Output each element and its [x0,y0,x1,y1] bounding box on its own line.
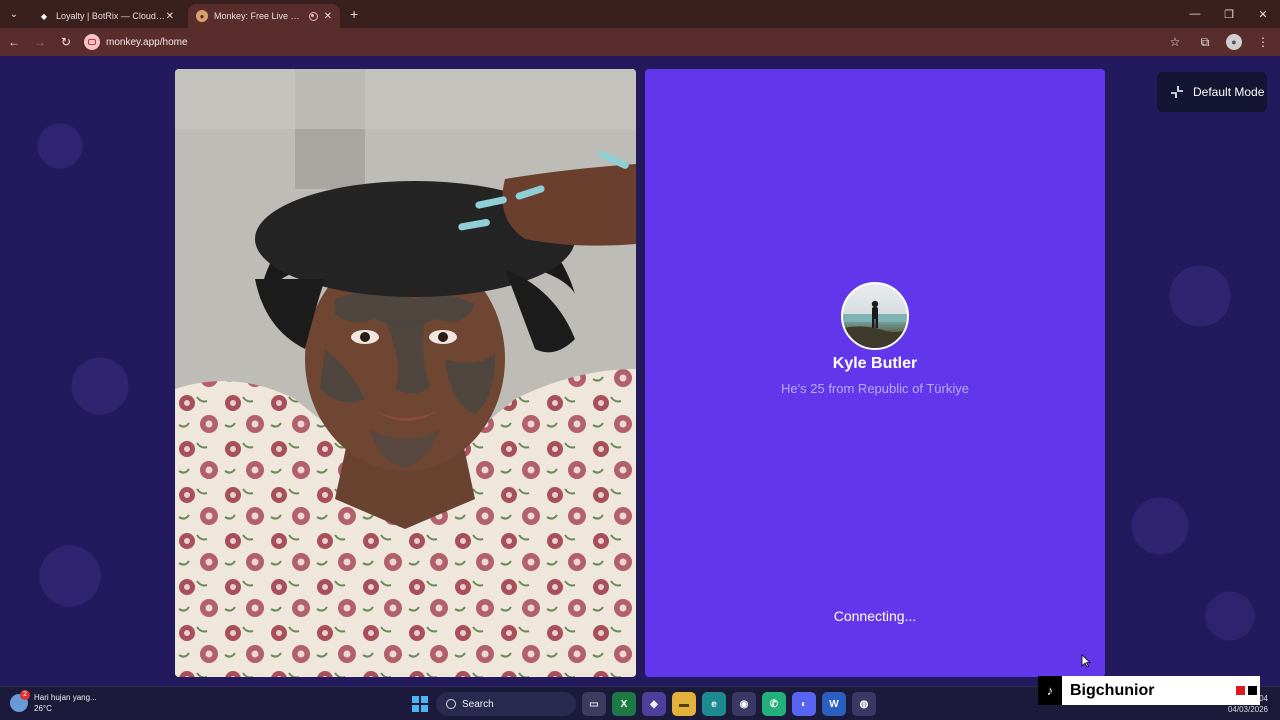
botrix-favicon-icon: ◆ [40,11,48,21]
tab-title: Monkey: Free Live Video Ch [214,11,303,21]
word-icon[interactable]: W [822,692,846,716]
tiktok-handle: Bigchunior [1070,681,1155,699]
remote-match-panel: Kyle Butler He's 25 from Republic of Tür… [645,69,1105,677]
edge-icon[interactable]: e [702,692,726,716]
tiktok-watermark: ♪ Bigchunior [1038,676,1260,705]
tab-botrix[interactable]: ◆ Loyalty | BotRix — Cloud Stream ✕ [30,4,182,28]
monkey-page: Kyle Butler He's 25 from Republic of Tür… [0,56,1280,686]
recording-indicator-icon [308,11,318,21]
webcam-person-image [175,69,636,677]
weather-rain-icon: 2 [10,690,30,712]
close-tab-icon[interactable]: ✕ [324,11,332,22]
weather-badge: 2 [20,690,30,700]
browser-toolbar: ← → ↻ monkey.app/home ☆ ⧉ ● ⋮ [0,28,1280,56]
url-text: monkey.app/home [106,36,188,48]
local-video-feed [175,69,636,677]
match-avatar [841,282,909,350]
match-name: Kyle Butler [832,355,918,372]
window-controls: — ❐ ✕ [1178,0,1280,28]
tab-monkey[interactable]: ● Monkey: Free Live Video Ch ✕ [188,4,340,28]
weather-description: Hari hujan yang... [34,693,97,702]
site-info-icon[interactable] [84,34,100,50]
close-window-icon[interactable]: ✕ [1246,0,1280,28]
connection-status: Connecting... [833,608,917,624]
restore-icon[interactable]: ❐ [1212,0,1246,28]
obs-icon[interactable]: ◍ [852,692,876,716]
person-silhouette-icon [843,300,907,348]
clock-date: 04/03/2026 [1227,705,1268,714]
tab-strip: ⌄ ◆ Loyalty | BotRix — Cloud Stream ✕ ● … [0,0,1280,28]
match-subtitle: He's 25 from Republic of Türkiye [781,381,969,396]
tiktok-logo-icon: ♪ [1038,676,1062,705]
extensions-icon[interactable]: ⧉ [1196,33,1214,51]
whatsapp-icon[interactable]: ✆ [762,692,786,716]
weather-widget[interactable]: 2 Hari hujan yang... 26°C [10,690,97,714]
new-tab-button[interactable]: + [350,6,358,22]
close-tab-icon[interactable]: ✕ [166,11,174,22]
red-square-icon [1236,686,1245,695]
profile-avatar-icon[interactable]: ● [1226,34,1242,50]
menu-kebab-icon[interactable]: ⋮ [1254,33,1272,51]
taskbar-search[interactable]: Search [436,692,576,716]
tab-title: Loyalty | BotRix — Cloud Stream [56,11,166,21]
tab-search-chevron-icon[interactable]: ⌄ [4,4,24,24]
address-bar[interactable]: monkey.app/home [84,31,1174,53]
black-square-icon [1248,686,1257,695]
bookmark-star-icon[interactable]: ☆ [1166,33,1184,51]
excel-icon[interactable]: X [612,692,636,716]
weather-temperature: 26°C [34,704,52,713]
chrome-icon[interactable]: ◉ [732,692,756,716]
default-mode-button[interactable]: Default Mode [1157,72,1267,112]
minimize-arrows-icon [1171,86,1183,98]
task-view-icon[interactable]: ▭ [582,692,606,716]
store-app-icon[interactable]: ◈ [642,692,666,716]
discord-icon[interactable]: ◐ [792,692,816,716]
mouse-cursor-icon [1081,654,1091,668]
search-icon [446,699,456,709]
taskbar-apps: Search ▭ X ◈ ▬ e ◉ ✆ ◐ W ◍ [410,692,876,716]
forward-arrow-icon[interactable]: → [28,30,52,54]
windows-start-icon[interactable] [410,694,430,714]
back-arrow-icon[interactable]: ← [2,30,26,54]
search-label: Search [462,698,494,710]
monkey-favicon-icon: ● [196,10,208,22]
reload-icon[interactable]: ↻ [54,30,78,54]
file-explorer-icon[interactable]: ▬ [672,692,696,716]
minimize-icon[interactable]: — [1178,0,1212,28]
mode-button-label: Default Mode [1193,85,1265,99]
